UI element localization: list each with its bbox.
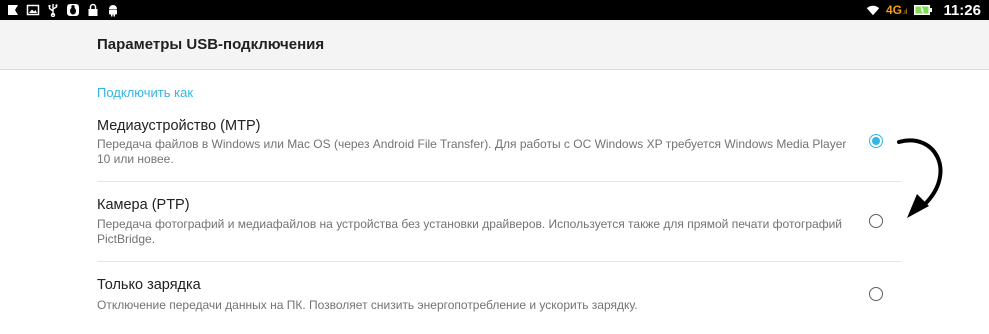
wifi-icon xyxy=(866,3,880,17)
option-title: Только зарядка xyxy=(97,277,201,293)
app-bar: Параметры USB-подключения xyxy=(0,20,989,70)
clock: 11:26 xyxy=(943,1,981,19)
status-bar-left xyxy=(6,0,120,20)
section-header: Подключить как xyxy=(97,85,194,100)
option-mtp[interactable]: Медиаустройство (MTP) Передача файлов в … xyxy=(0,111,989,181)
lock-icon xyxy=(86,3,100,17)
divider xyxy=(97,181,901,182)
radio-dot xyxy=(872,137,880,145)
network-type: 4G.ıl xyxy=(885,3,908,17)
radio-ptp[interactable] xyxy=(869,214,883,228)
app-icon xyxy=(6,3,20,17)
option-ptp[interactable]: Камера (PTP) Передача фотографий и медиа… xyxy=(0,190,989,260)
option-description: Передача файлов в Windows или Mac OS (че… xyxy=(97,137,847,166)
battery-icon xyxy=(913,3,933,17)
option-title: Камера (PTP) xyxy=(97,197,190,213)
page-title: Параметры USB-подключения xyxy=(97,36,325,53)
android-icon xyxy=(106,3,120,17)
option-description: Передача фотографий и медиафайлов на уст… xyxy=(97,217,842,246)
option-charging-only[interactable]: Только зарядка Отключение передачи данны… xyxy=(0,272,989,332)
usb-icon xyxy=(46,3,60,17)
option-description: Отключение передачи данных на ПК. Позвол… xyxy=(97,298,638,312)
debug-icon xyxy=(66,3,80,17)
option-title: Медиаустройство (MTP) xyxy=(97,118,261,134)
annotation-arrow-icon xyxy=(897,138,943,218)
divider xyxy=(97,261,901,262)
status-bar-right: 4G.ıl 11:26 xyxy=(866,0,981,20)
radio-charging-only[interactable] xyxy=(869,287,883,301)
radio-mtp[interactable] xyxy=(869,134,883,148)
image-icon xyxy=(26,3,40,17)
status-bar: 4G.ıl 11:26 xyxy=(0,0,989,20)
